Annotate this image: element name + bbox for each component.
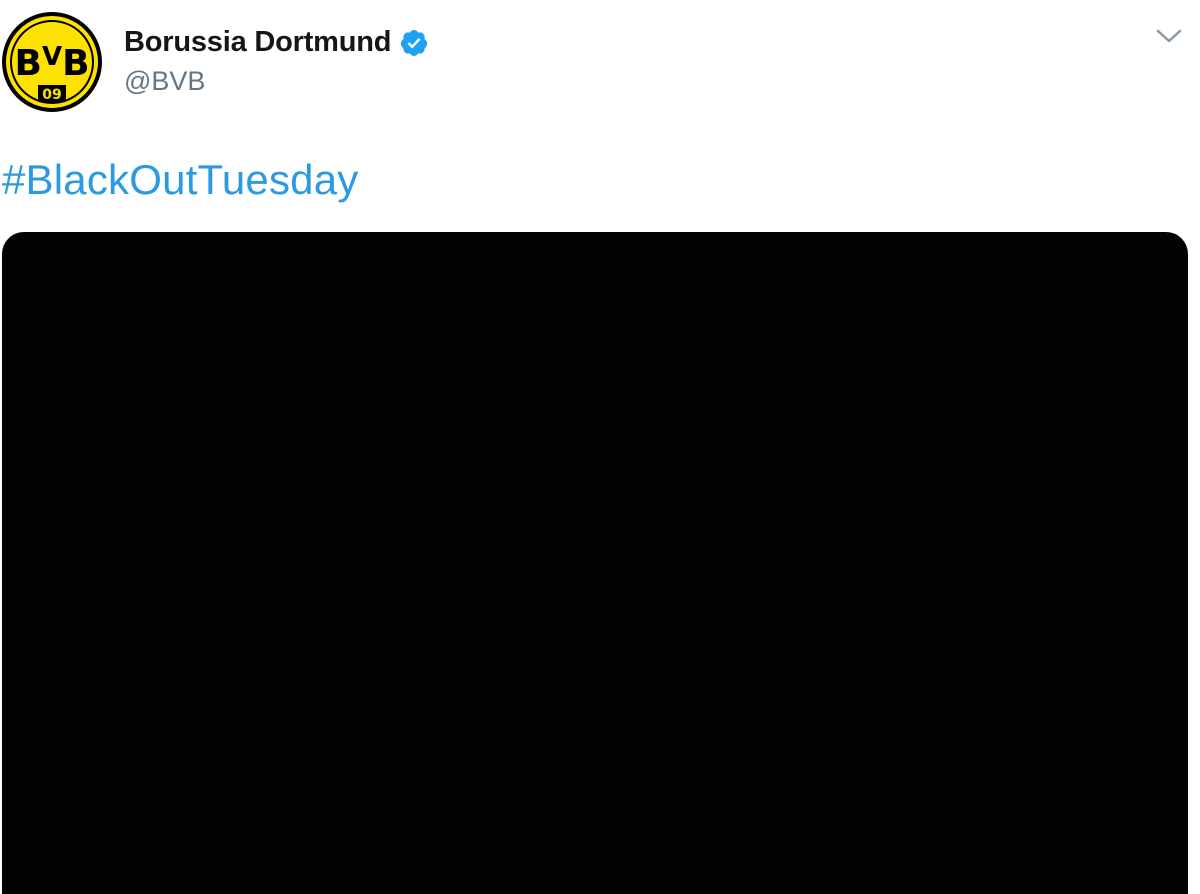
verified-badge-icon	[401, 29, 428, 56]
hashtag-link[interactable]: #BlackOutTuesday	[2, 156, 359, 204]
author-name-row[interactable]: Borussia Dortmund	[124, 26, 429, 59]
author-handle[interactable]: @BVB	[124, 66, 205, 97]
svg-text:09: 09	[42, 87, 61, 103]
tweet-media-image[interactable]	[2, 232, 1188, 894]
avatar[interactable]: BVB 09	[2, 12, 102, 112]
display-name[interactable]: Borussia Dortmund	[124, 26, 391, 59]
bvb-crest-icon: BVB 09	[2, 12, 102, 112]
chevron-down-icon[interactable]	[1156, 26, 1182, 46]
tweet: BVB 09 Borussia Dortmund @BVB #BlackOutT…	[0, 0, 1200, 894]
